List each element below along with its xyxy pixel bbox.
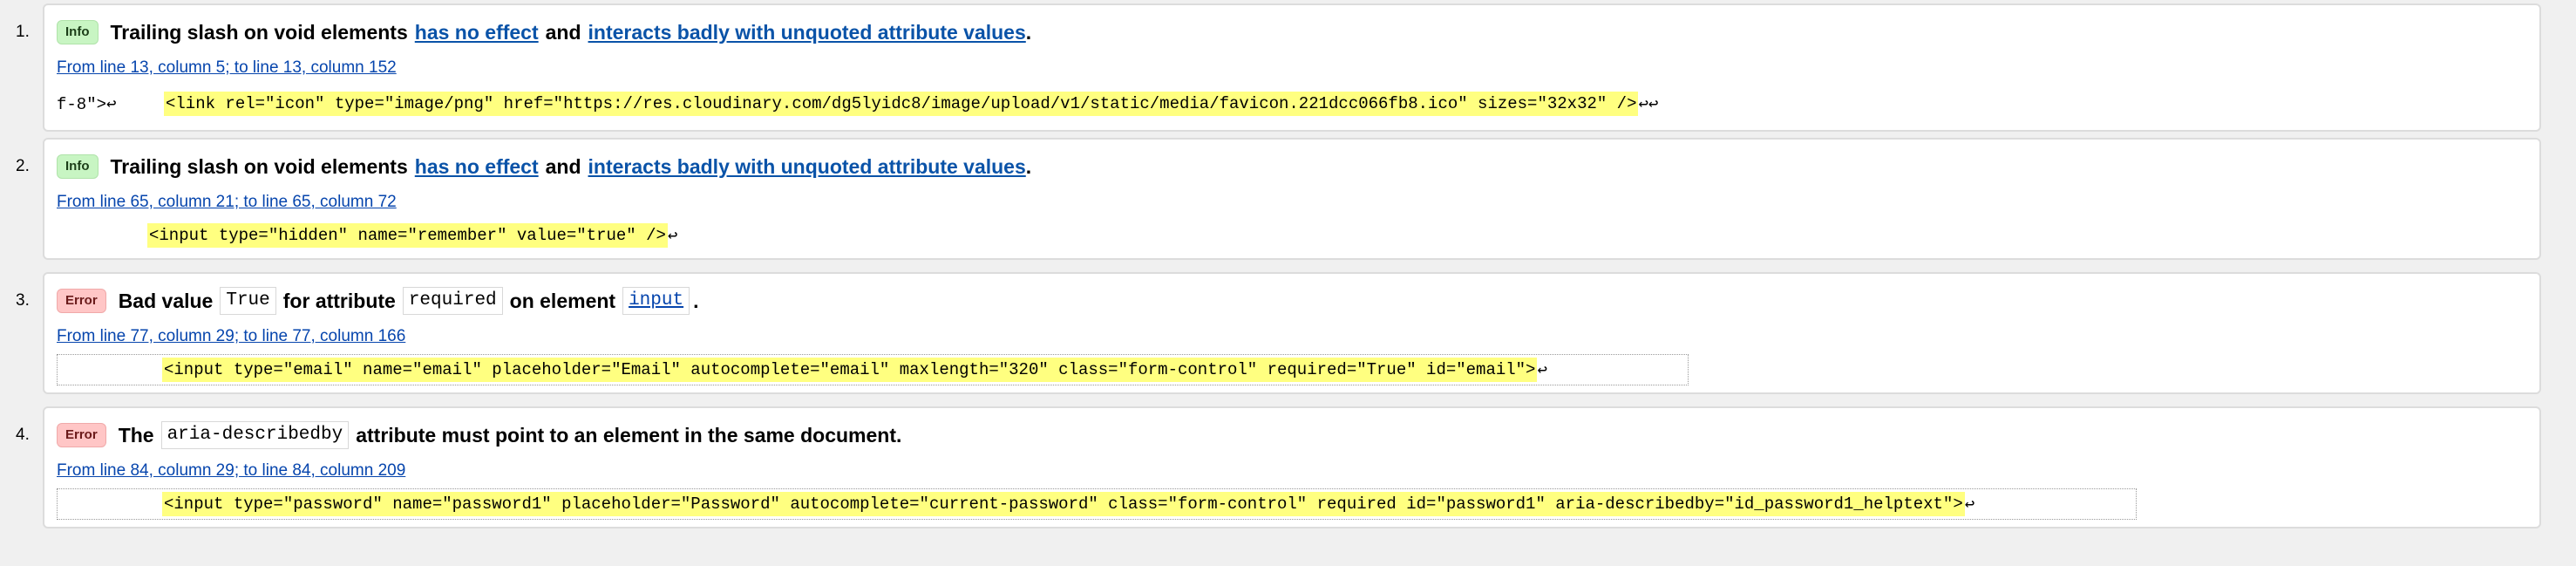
- result-card: Error The aria-describedby attribute mus…: [43, 406, 2541, 528]
- has-no-effect-link[interactable]: has no effect: [415, 155, 539, 179]
- result-title: Error Bad value True for attribute requi…: [57, 286, 698, 316]
- result-number: 4.: [16, 426, 30, 444]
- code-value: True: [220, 287, 276, 315]
- code-attribute: aria-describedby: [160, 421, 350, 449]
- title-text: and: [545, 20, 581, 44]
- info-badge: Info: [57, 154, 99, 179]
- extract-highlight: <input type="password" name="password1" …: [162, 492, 1965, 516]
- title-period: .: [896, 423, 902, 447]
- unquoted-attributes-link[interactable]: interacts badly with unquoted attribute …: [588, 21, 1026, 44]
- extract-highlight: <input type="email" name="email" placeho…: [162, 358, 1538, 382]
- result-title: Error The aria-describedby attribute mus…: [57, 420, 901, 450]
- title-text: attribute must point to an element in th…: [356, 423, 897, 447]
- validator-results: 1. Info Trailing slash on void elements …: [0, 0, 2576, 566]
- unquoted-attributes-link[interactable]: interacts badly with unquoted attribute …: [588, 155, 1026, 179]
- result-title: Info Trailing slash on void elements has…: [57, 17, 1031, 47]
- extract-context: f-8">↩: [57, 94, 117, 114]
- code-extract: <input type="password" name="password1" …: [57, 488, 2137, 520]
- title-text: and: [545, 154, 581, 178]
- result-number: 3.: [16, 291, 30, 310]
- title-text: on element: [509, 289, 616, 312]
- extract-highlight: <link rel="icon" type="image/png" href="…: [164, 92, 1639, 116]
- location-link[interactable]: From line 65, column 21; to line 65, col…: [57, 193, 397, 212]
- result-number: 2.: [16, 157, 30, 175]
- location-link[interactable]: From line 13, column 5; to line 13, colu…: [57, 58, 397, 78]
- result-card: Info Trailing slash on void elements has…: [43, 3, 2541, 132]
- element-link[interactable]: input: [622, 287, 690, 315]
- title-period: .: [1025, 20, 1032, 44]
- has-no-effect-link[interactable]: has no effect: [415, 21, 539, 44]
- extract-context: ↩: [667, 226, 678, 246]
- result-card: Error Bad value True for attribute requi…: [43, 272, 2541, 394]
- title-text: for attribute: [282, 289, 396, 312]
- code-extract: <input type="email" name="email" placeho…: [57, 354, 1689, 385]
- title-period: .: [1025, 154, 1032, 178]
- title-text: The: [118, 423, 154, 447]
- location-link[interactable]: From line 84, column 29; to line 84, col…: [57, 461, 405, 481]
- code-attribute: required: [402, 287, 503, 315]
- extract-highlight: <input type="hidden" name="remember" val…: [147, 223, 668, 248]
- result-card: Info Trailing slash on void elements has…: [43, 138, 2541, 260]
- result-number: 1.: [16, 23, 30, 41]
- location-link[interactable]: From line 77, column 29; to line 77, col…: [57, 327, 405, 346]
- result-title: Info Trailing slash on void elements has…: [57, 152, 1031, 181]
- title-text: Bad value: [118, 289, 214, 312]
- title-text: Trailing slash on void elements: [110, 154, 408, 178]
- error-badge: Error: [57, 289, 106, 313]
- title-period: .: [693, 289, 699, 312]
- code-extract: f-8">↩ <link rel="icon" type="image/png"…: [57, 88, 1658, 119]
- error-badge: Error: [57, 423, 106, 447]
- extract-context: ↩↩: [1638, 94, 1659, 114]
- extract-context: ↩: [1537, 360, 1547, 380]
- code-extract: <input type="hidden" name="remember" val…: [147, 220, 677, 251]
- extract-context: ↩: [1964, 494, 1975, 515]
- title-text: Trailing slash on void elements: [110, 20, 408, 44]
- info-badge: Info: [57, 20, 99, 44]
